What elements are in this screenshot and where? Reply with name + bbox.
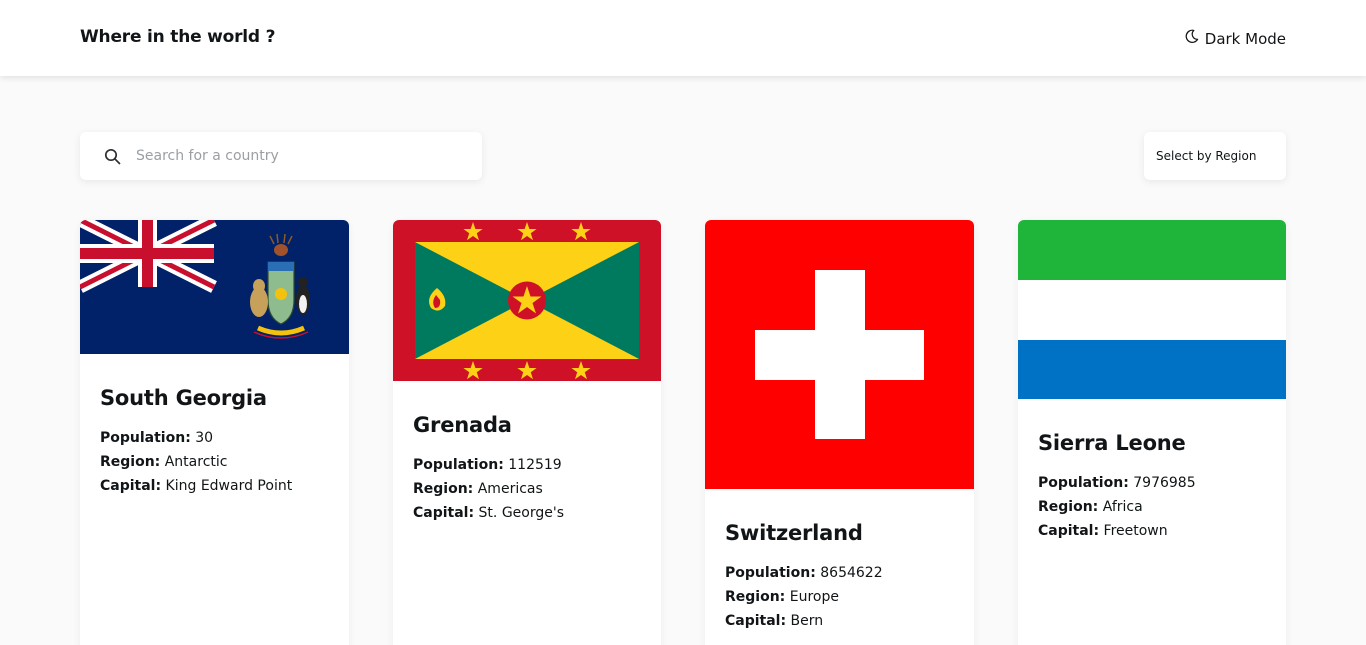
region-row: Region: Antarctic <box>100 450 329 474</box>
switzerland-flag <box>705 220 974 489</box>
region-label: Region: <box>725 589 786 605</box>
sierra-leone-flag <box>1018 220 1286 399</box>
population-label: Population: <box>100 430 191 446</box>
region-value: Africa <box>1102 499 1143 515</box>
population-row: Population: 112519 <box>413 453 641 477</box>
dark-mode-toggle[interactable]: Dark Mode <box>1184 29 1286 48</box>
grenada-flag <box>393 220 661 381</box>
country-card-sierra-leone[interactable]: Sierra Leone Population: 7976985 Region:… <box>1018 220 1286 645</box>
header: Where in the world ? Dark Mode <box>0 0 1366 76</box>
capital-label: Capital: <box>413 505 475 521</box>
population-label: Population: <box>1038 475 1129 491</box>
capital-row: Capital: Bern <box>725 609 954 633</box>
population-row: Population: 7976985 <box>1038 471 1266 495</box>
app-title: Where in the world ? <box>80 27 276 47</box>
country-card-grenada[interactable]: Grenada Population: 112519 Region: Ameri… <box>393 220 661 645</box>
capital-label: Capital: <box>100 478 162 494</box>
capital-row: Capital: King Edward Point <box>100 474 329 498</box>
region-value: Americas <box>477 481 543 497</box>
dark-mode-label: Dark Mode <box>1204 29 1286 48</box>
capital-row: Capital: St. George's <box>413 501 641 525</box>
capital-value: King Edward Point <box>165 478 293 494</box>
region-row: Region: Europe <box>725 585 954 609</box>
population-row: Population: 8654622 <box>725 561 954 585</box>
capital-value: St. George's <box>478 505 565 521</box>
region-filter-select[interactable]: Select by Region <box>1144 132 1286 180</box>
population-value: 8654622 <box>820 565 883 581</box>
capital-value: Freetown <box>1103 523 1168 539</box>
capital-label: Capital: <box>1038 523 1100 539</box>
region-label: Region: <box>1038 499 1099 515</box>
country-card-south-georgia[interactable]: South Georgia Population: 30 Region: Ant… <box>80 220 349 645</box>
region-label: Region: <box>413 481 474 497</box>
country-name: Switzerland <box>725 521 863 545</box>
search-input[interactable] <box>136 142 466 170</box>
capital-label: Capital: <box>725 613 787 629</box>
population-value: 7976985 <box>1133 475 1196 491</box>
region-row: Region: Africa <box>1038 495 1266 519</box>
moon-icon <box>1184 29 1199 48</box>
country-name: Sierra Leone <box>1038 431 1186 455</box>
capital-row: Capital: Freetown <box>1038 519 1266 543</box>
region-label: Region: <box>100 454 161 470</box>
population-value: 30 <box>195 430 214 446</box>
country-name: South Georgia <box>100 386 267 410</box>
country-name: Grenada <box>413 413 512 437</box>
region-value: Antarctic <box>164 454 228 470</box>
region-row: Region: Americas <box>413 477 641 501</box>
search-box <box>80 132 482 180</box>
population-value: 112519 <box>508 457 562 473</box>
south-georgia-flag <box>80 220 349 354</box>
population-row: Population: 30 <box>100 426 329 450</box>
region-value: Europe <box>789 589 839 605</box>
search-icon <box>104 148 121 165</box>
capital-value: Bern <box>790 613 824 629</box>
population-label: Population: <box>725 565 816 581</box>
country-card-switzerland[interactable]: Switzerland Population: 8654622 Region: … <box>705 220 974 645</box>
population-label: Population: <box>413 457 504 473</box>
